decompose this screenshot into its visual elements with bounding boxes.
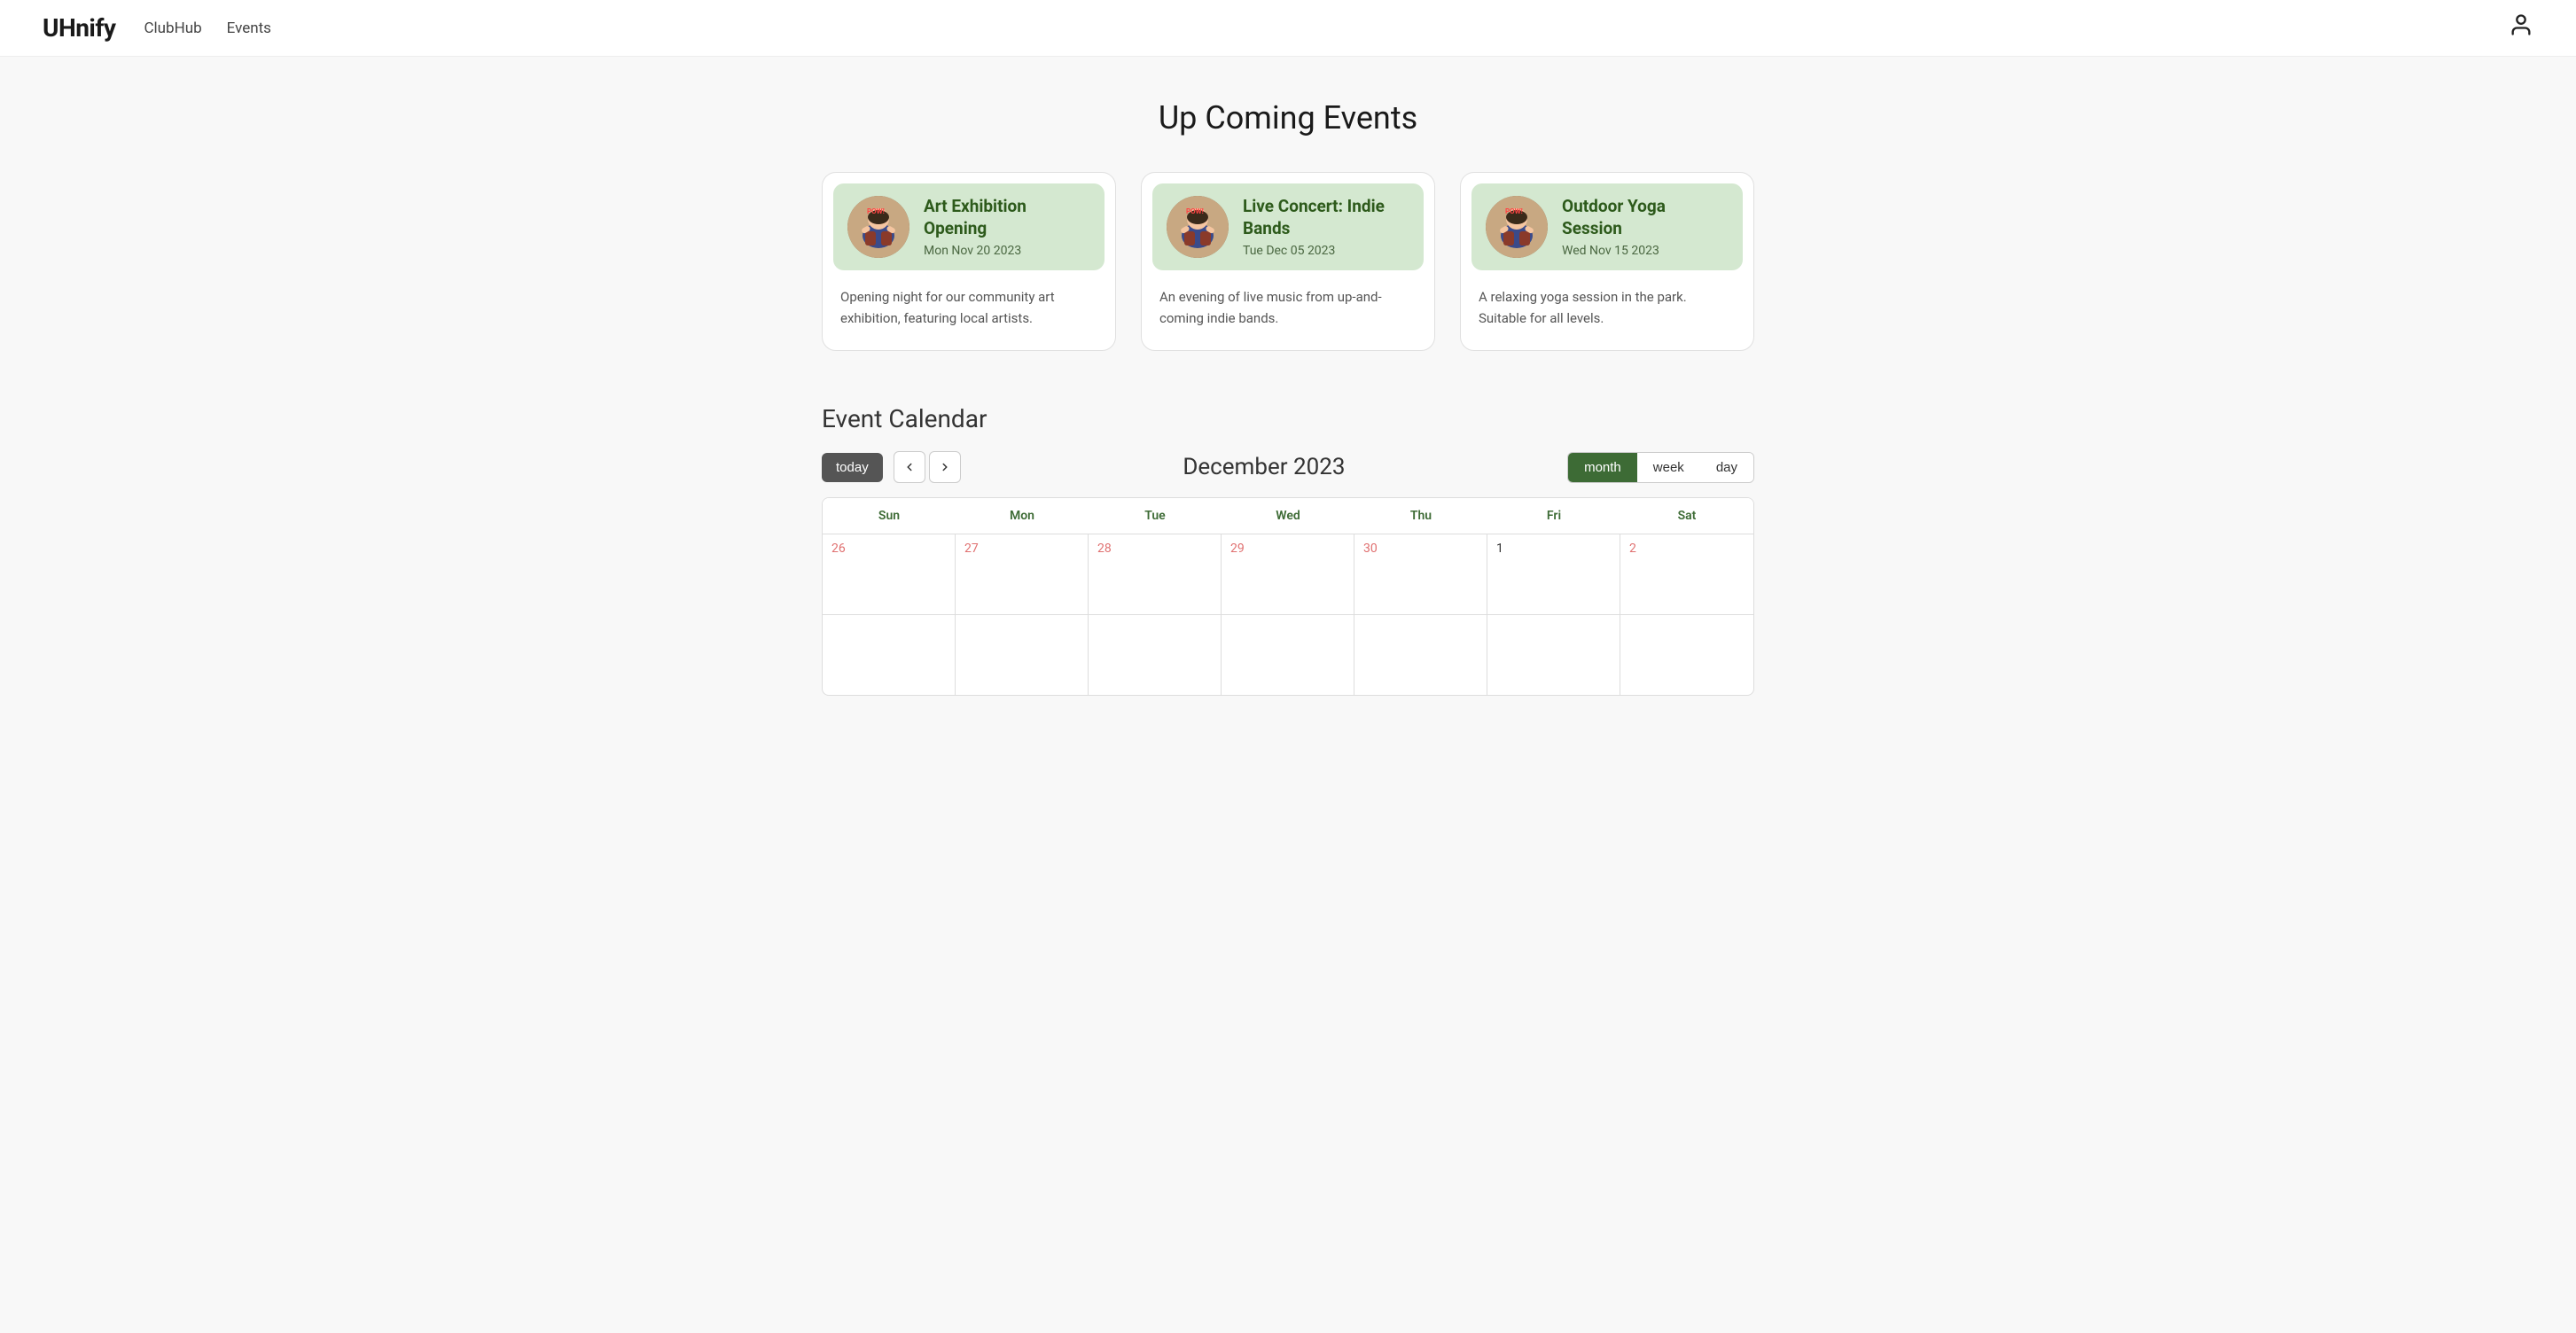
cal-row-1: 26 27 28 29 30 1 2 bbox=[823, 534, 1753, 615]
cal-cell-dec2[interactable]: 2 bbox=[1620, 534, 1753, 614]
header-fri: Fri bbox=[1487, 498, 1620, 534]
event-description-1: Opening night for our community art exhi… bbox=[823, 270, 1115, 329]
event-date-3: Wed Nov 15 2023 bbox=[1562, 244, 1729, 258]
page-title: Up Coming Events bbox=[822, 99, 1754, 136]
svg-text:POW!: POW! bbox=[1505, 207, 1523, 215]
event-title-3: Outdoor Yoga Session bbox=[1562, 196, 1729, 239]
header-sun: Sun bbox=[823, 498, 956, 534]
calendar-section-title: Event Calendar bbox=[822, 404, 1754, 433]
event-description-2: An evening of live music from up-and-com… bbox=[1142, 270, 1434, 329]
event-description-3: A relaxing yoga session in the park. Sui… bbox=[1461, 270, 1753, 329]
day-num-nov29: 29 bbox=[1230, 542, 1345, 556]
header-mon: Mon bbox=[956, 498, 1089, 534]
cal-cell-dec5[interactable] bbox=[1089, 615, 1222, 695]
event-header-info-3: Outdoor Yoga Session Wed Nov 15 2023 bbox=[1562, 196, 1729, 257]
header-sat: Sat bbox=[1620, 498, 1753, 534]
svg-text:POW!: POW! bbox=[1186, 207, 1204, 215]
events-grid: POW! Art Exhibition Opening Mon Nov 20 2… bbox=[822, 172, 1754, 351]
day-num-nov28: 28 bbox=[1097, 542, 1212, 556]
calendar-section: Event Calendar today December 2023 bbox=[822, 404, 1754, 696]
cal-cell-nov29[interactable]: 29 bbox=[1222, 534, 1354, 614]
event-avatar-3: POW! bbox=[1486, 196, 1548, 258]
nav-links: ClubHub Events bbox=[144, 19, 270, 37]
header-tue: Tue bbox=[1089, 498, 1222, 534]
main-content: Up Coming Events POW! bbox=[800, 57, 1776, 767]
event-card-header-3: POW! Outdoor Yoga Session Wed Nov 15 202… bbox=[1471, 183, 1743, 270]
event-card-header-1: POW! Art Exhibition Opening Mon Nov 20 2… bbox=[833, 183, 1105, 270]
event-card-live-concert[interactable]: POW! Live Concert: Indie Bands Tue Dec 0… bbox=[1141, 172, 1435, 351]
next-month-button[interactable] bbox=[929, 451, 961, 483]
day-num-nov26: 26 bbox=[831, 542, 946, 556]
cal-cell-dec1[interactable]: 1 bbox=[1487, 534, 1620, 614]
calendar-month-title: December 2023 bbox=[1183, 454, 1345, 480]
view-month-button[interactable]: month bbox=[1568, 453, 1637, 482]
event-card-outdoor-yoga[interactable]: POW! Outdoor Yoga Session Wed Nov 15 202… bbox=[1460, 172, 1754, 351]
cal-cell-dec7[interactable] bbox=[1354, 615, 1487, 695]
header-wed: Wed bbox=[1222, 498, 1354, 534]
event-title-2: Live Concert: Indie Bands bbox=[1243, 196, 1409, 239]
header-thu: Thu bbox=[1354, 498, 1487, 534]
cal-cell-nov27[interactable]: 27 bbox=[956, 534, 1089, 614]
day-num-nov27: 27 bbox=[964, 542, 1079, 556]
cal-cell-dec3[interactable] bbox=[823, 615, 956, 695]
event-card-header-2: POW! Live Concert: Indie Bands Tue Dec 0… bbox=[1152, 183, 1424, 270]
cal-cell-dec8[interactable] bbox=[1487, 615, 1620, 695]
user-icon[interactable] bbox=[2509, 12, 2533, 43]
day-num-dec2: 2 bbox=[1629, 542, 1745, 556]
calendar-nav-controls bbox=[894, 451, 961, 483]
event-avatar-1: POW! bbox=[847, 196, 909, 258]
event-date-1: Mon Nov 20 2023 bbox=[924, 244, 1090, 258]
view-week-button[interactable]: week bbox=[1637, 453, 1700, 482]
cal-cell-nov28[interactable]: 28 bbox=[1089, 534, 1222, 614]
event-header-info-1: Art Exhibition Opening Mon Nov 20 2023 bbox=[924, 196, 1090, 257]
calendar-day-headers: Sun Mon Tue Wed Thu Fri Sat bbox=[823, 498, 1753, 534]
navbar: UHnify ClubHub Events bbox=[0, 0, 2576, 57]
view-day-button[interactable]: day bbox=[1700, 453, 1753, 482]
view-toggle: month week day bbox=[1567, 452, 1754, 483]
cal-cell-dec4[interactable] bbox=[956, 615, 1089, 695]
cal-cell-nov26[interactable]: 26 bbox=[823, 534, 956, 614]
day-num-nov30: 30 bbox=[1363, 542, 1478, 556]
event-header-info-2: Live Concert: Indie Bands Tue Dec 05 202… bbox=[1243, 196, 1409, 257]
day-num-dec1: 1 bbox=[1496, 542, 1611, 556]
cal-row-partial bbox=[823, 615, 1753, 695]
cal-cell-nov30[interactable]: 30 bbox=[1354, 534, 1487, 614]
event-date-2: Tue Dec 05 2023 bbox=[1243, 244, 1409, 258]
svg-text:POW!: POW! bbox=[867, 207, 885, 215]
today-button[interactable]: today bbox=[822, 453, 883, 482]
event-title-1: Art Exhibition Opening bbox=[924, 196, 1090, 239]
cal-cell-dec6[interactable] bbox=[1222, 615, 1354, 695]
event-avatar-2: POW! bbox=[1167, 196, 1229, 258]
calendar-grid: Sun Mon Tue Wed Thu Fri Sat 26 27 28 bbox=[822, 497, 1754, 696]
cal-cell-dec9[interactable] bbox=[1620, 615, 1753, 695]
nav-clubhub[interactable]: ClubHub bbox=[144, 19, 201, 37]
prev-month-button[interactable] bbox=[894, 451, 925, 483]
nav-events[interactable]: Events bbox=[227, 19, 271, 37]
brand-logo[interactable]: UHnify bbox=[43, 13, 115, 43]
event-card-art-exhibition[interactable]: POW! Art Exhibition Opening Mon Nov 20 2… bbox=[822, 172, 1116, 351]
